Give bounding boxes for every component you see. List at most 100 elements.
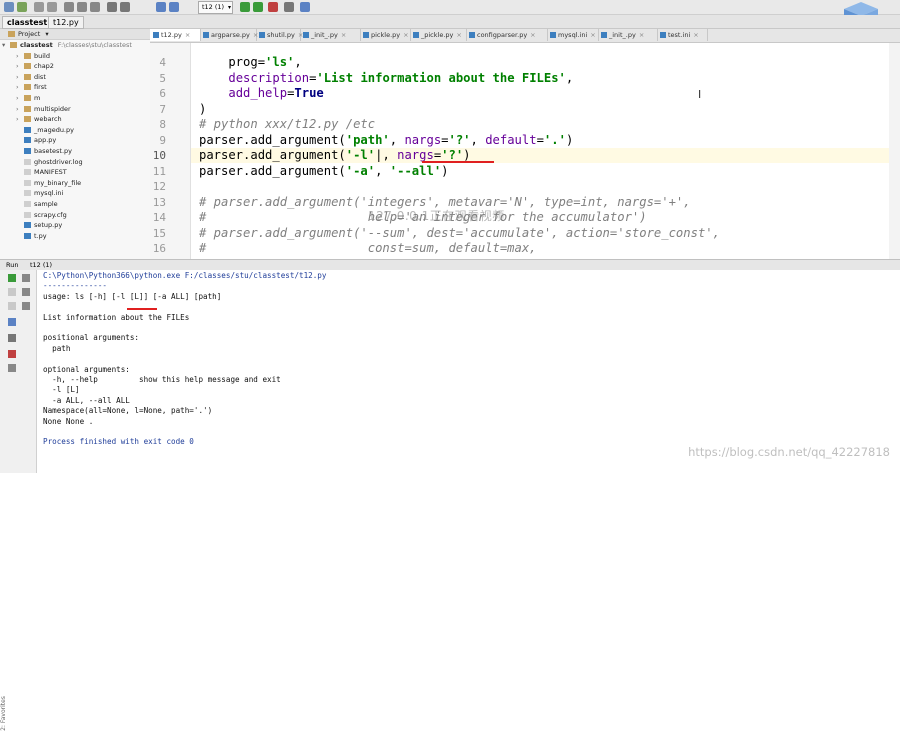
- project-root[interactable]: ▾ classtest F:\classes\stu\classtest: [0, 40, 150, 51]
- project-tree-item[interactable]: scrapy.cfg: [0, 210, 150, 221]
- line-number: 13: [152, 195, 166, 209]
- run-label: Run: [6, 261, 19, 269]
- project-tree-item[interactable]: _magedu.py: [0, 125, 150, 136]
- help-icon[interactable]: [300, 2, 310, 12]
- python-file-icon: [153, 32, 159, 38]
- project-panel-header[interactable]: Project ▾: [0, 29, 150, 40]
- settings-icon[interactable]: [284, 2, 294, 12]
- python-file-icon: [259, 32, 265, 38]
- favorites-side-tab[interactable]: 2: Favorites: [0, 696, 7, 731]
- run-config-select[interactable]: t12 (1) ▾: [198, 1, 233, 14]
- stop-icon[interactable]: [8, 288, 16, 296]
- editor-tab[interactable]: pickle.py ×: [360, 29, 411, 41]
- debug-icon[interactable]: [253, 2, 263, 12]
- project-tree-item[interactable]: app.py: [0, 135, 150, 146]
- close-tab-icon[interactable]: ×: [639, 31, 644, 39]
- sync-icon[interactable]: [17, 2, 27, 12]
- main-toolbar: t12 (1) ▾: [0, 0, 900, 15]
- run-console[interactable]: C:\Python\Python366\python.exe F:/classe…: [37, 270, 900, 473]
- editor-tab-label: configparser.py: [477, 31, 528, 39]
- project-tree-item[interactable]: sample: [0, 199, 150, 210]
- line-number: 4: [159, 56, 166, 69]
- project-tree-item[interactable]: ghostdriver.log: [0, 157, 150, 168]
- paste-icon[interactable]: [90, 2, 100, 12]
- watermark-url: https://blog.csdn.net/qq_42227818: [688, 445, 890, 459]
- editor-tab[interactable]: shutil.py ×: [256, 29, 303, 41]
- editor-tab[interactable]: t12.py ×: [150, 29, 201, 41]
- close-tab-icon[interactable]: ×: [341, 31, 346, 39]
- project-tree-item[interactable]: setup.py: [0, 220, 150, 231]
- close-icon[interactable]: [8, 350, 16, 358]
- expand-arrow-icon: ›: [16, 93, 19, 102]
- undo-icon[interactable]: [34, 2, 44, 12]
- breadcrumb-file[interactable]: t12.py: [48, 16, 84, 29]
- rerun-icon[interactable]: [8, 274, 16, 282]
- pause-icon[interactable]: [8, 302, 16, 310]
- project-tree-item[interactable]: MANIFEST: [0, 167, 150, 178]
- project-tree-item[interactable]: › m: [0, 93, 150, 104]
- close-tab-icon[interactable]: ×: [403, 31, 408, 39]
- restore-layout-icon[interactable]: [8, 318, 16, 326]
- run-config-tab[interactable]: t12 (1): [30, 261, 52, 269]
- breadcrumb-project[interactable]: classtest: [2, 16, 53, 29]
- copy-icon[interactable]: [77, 2, 87, 12]
- project-tree-item-label: chap2: [34, 62, 54, 71]
- line-number: 8: [159, 118, 166, 131]
- close-tab-icon[interactable]: ×: [530, 31, 535, 39]
- project-tree-item[interactable]: t.py: [0, 231, 150, 242]
- project-tree-item[interactable]: › build: [0, 51, 150, 62]
- project-tree-item-label: build: [34, 51, 50, 60]
- editor-tab[interactable]: mysql.ini ×: [547, 29, 599, 41]
- editor-tab[interactable]: _init_.py ×: [598, 29, 658, 41]
- close-tab-icon[interactable]: ×: [590, 31, 595, 39]
- project-tree-item[interactable]: › first: [0, 82, 150, 93]
- close-tab-icon[interactable]: ×: [456, 31, 461, 39]
- print-icon[interactable]: [8, 334, 16, 342]
- console-line: optional arguments:: [43, 364, 130, 374]
- redo-icon[interactable]: [47, 2, 57, 12]
- find-icon[interactable]: [107, 2, 117, 12]
- forward-icon[interactable]: [169, 2, 179, 12]
- project-tree-item[interactable]: basetest.py: [0, 146, 150, 157]
- editor-scrollbar[interactable]: [889, 43, 900, 259]
- editor-gutter: 4 5 6 7 8 9 10 11 12 13 14 15 16: [150, 43, 191, 259]
- editor-tab[interactable]: test.ini ×: [657, 29, 708, 41]
- project-tree-item[interactable]: › webarch: [0, 114, 150, 125]
- console-line: --------------: [43, 281, 108, 291]
- line-number: 5: [159, 71, 166, 85]
- project-tree-item[interactable]: › dist: [0, 72, 150, 83]
- console-line: Namespace(all=None, l=None, path='.'): [43, 406, 213, 416]
- editor-tab[interactable]: _pickle.py ×: [410, 29, 467, 41]
- python-file-icon: [660, 32, 666, 38]
- python-file-icon: [413, 32, 419, 38]
- project-tree-item-label: mysql.ini: [34, 189, 64, 198]
- editor-tab[interactable]: configparser.py ×: [466, 29, 548, 41]
- save-icon[interactable]: [4, 2, 14, 12]
- scroll-down-icon[interactable]: [22, 288, 30, 296]
- editor-tab[interactable]: argparse.py ×: [200, 29, 258, 41]
- project-tree-item[interactable]: › multispider: [0, 104, 150, 115]
- replace-icon[interactable]: [120, 2, 130, 12]
- run-icon[interactable]: [240, 2, 250, 12]
- scroll-up-icon[interactable]: [22, 274, 30, 282]
- soft-wrap-icon[interactable]: [22, 302, 30, 310]
- editor-tab[interactable]: _init_.py ×: [300, 29, 361, 41]
- code-line: prog='ls',: [199, 55, 302, 69]
- project-tree-item-label: scrapy.cfg: [34, 210, 67, 219]
- folder-icon: [24, 73, 31, 80]
- project-tree-item[interactable]: mysql.ini: [0, 188, 150, 199]
- project-tree-item-label: sample: [34, 199, 58, 208]
- editor-tab-label: argparse.py: [211, 31, 250, 39]
- editor-tab-label: pickle.py: [371, 31, 401, 39]
- stop-icon[interactable]: [268, 2, 278, 12]
- python-file-icon: [363, 32, 369, 38]
- project-tree-item[interactable]: my_binary_file: [0, 178, 150, 189]
- pin-icon[interactable]: [8, 364, 16, 372]
- project-tree-item[interactable]: › chap2: [0, 61, 150, 72]
- close-tab-icon[interactable]: ×: [185, 31, 190, 39]
- code-editor[interactable]: prog='ls', description='List information…: [191, 43, 900, 259]
- back-icon[interactable]: [156, 2, 166, 12]
- file-icon: [24, 211, 31, 218]
- close-tab-icon[interactable]: ×: [693, 31, 698, 39]
- cut-icon[interactable]: [64, 2, 74, 12]
